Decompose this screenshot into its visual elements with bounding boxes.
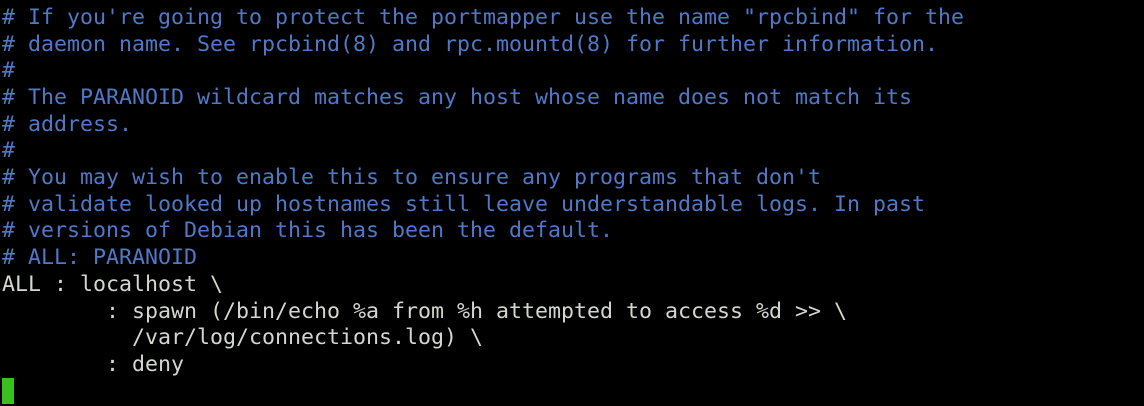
- code-line-2[interactable]: : spawn (/bin/echo %a from %h attempted …: [2, 298, 847, 325]
- text-cursor: [2, 378, 14, 404]
- code-line-4[interactable]: : deny: [2, 351, 184, 378]
- comment-line-4[interactable]: # The PARANOID wildcard matches any host…: [2, 84, 912, 111]
- comment-line-8[interactable]: # validate looked up hostnames still lea…: [2, 191, 925, 218]
- comment-line-9[interactable]: # versions of Debian this has been the d…: [2, 217, 613, 244]
- code-line-3[interactable]: /var/log/connections.log) \: [2, 324, 483, 351]
- comment-line-2[interactable]: # daemon name. See rpcbind(8) and rpc.mo…: [2, 31, 938, 58]
- code-line-1[interactable]: ALL : localhost \: [2, 271, 223, 298]
- comment-line-7[interactable]: # You may wish to enable this to ensure …: [2, 164, 821, 191]
- comment-line-1[interactable]: # If you're going to protect the portmap…: [2, 4, 964, 31]
- comment-line-3[interactable]: #: [2, 57, 15, 84]
- comment-line-10[interactable]: # ALL: PARANOID: [2, 244, 197, 271]
- comment-line-6[interactable]: #: [2, 137, 15, 164]
- terminal-window[interactable]: # If you're going to protect the portmap…: [0, 0, 1144, 406]
- comment-line-5[interactable]: # address.: [2, 111, 132, 138]
